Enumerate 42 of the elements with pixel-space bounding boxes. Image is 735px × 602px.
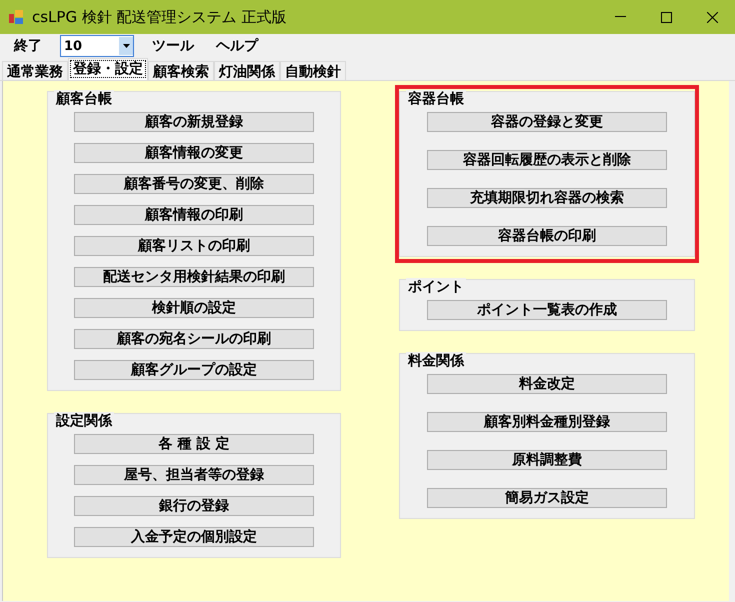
- action-button[interactable]: 充填期限切れ容器の検索: [427, 188, 667, 208]
- tab[interactable]: 自動検針: [280, 61, 346, 80]
- action-button[interactable]: 容器の登録と変更: [427, 112, 667, 132]
- menu-item[interactable]: 終了: [10, 37, 46, 55]
- action-button[interactable]: 屋号、担当者等の登録: [74, 465, 314, 485]
- action-button[interactable]: 入金予定の個別設定: [74, 527, 314, 547]
- action-button[interactable]: 配送センタ用検針結果の印刷: [74, 267, 314, 287]
- group-title: 顧客台帳: [54, 90, 114, 108]
- action-button[interactable]: 顧客情報の印刷: [74, 205, 314, 225]
- app-icon: [8, 9, 24, 25]
- action-button[interactable]: 顧客リストの印刷: [74, 236, 314, 256]
- group-title: ポイント: [406, 278, 466, 296]
- action-button[interactable]: 各 種 設 定: [74, 434, 314, 454]
- action-button[interactable]: 顧客情報の変更: [74, 143, 314, 163]
- action-button[interactable]: 顧客番号の変更、削除: [74, 174, 314, 194]
- tab[interactable]: 顧客検索: [148, 61, 214, 80]
- group-title: 容器台帳: [406, 90, 466, 108]
- minimize-icon: [614, 16, 626, 18]
- action-button[interactable]: 顧客グループの設定: [74, 360, 314, 380]
- action-button[interactable]: 顧客の新規登録: [74, 112, 314, 132]
- action-button[interactable]: 銀行の登録: [74, 496, 314, 516]
- menu-item[interactable]: ツール: [148, 37, 198, 55]
- action-button[interactable]: 顧客の宛名シールの印刷: [74, 329, 314, 349]
- window-title: csLPG 検針 配送管理システム 正式版: [32, 8, 286, 26]
- combo-box[interactable]: 10: [60, 35, 134, 57]
- action-button[interactable]: 検針順の設定: [74, 298, 314, 318]
- menu-item[interactable]: ヘルプ: [212, 37, 262, 55]
- dropdown-arrow-icon: [122, 44, 130, 48]
- maximize-icon: [660, 12, 672, 22]
- tab[interactable]: 通常業務: [2, 61, 68, 80]
- action-button[interactable]: 容器回転履歴の表示と削除: [427, 150, 667, 170]
- action-button[interactable]: 原料調整費: [427, 450, 667, 470]
- close-icon: [706, 12, 718, 22]
- tab[interactable]: 登録・設定: [68, 58, 148, 80]
- action-button[interactable]: 簡易ガス設定: [427, 488, 667, 508]
- action-button[interactable]: 料金改定: [427, 374, 667, 394]
- action-button[interactable]: 顧客別料金種別登録: [427, 412, 667, 432]
- action-button[interactable]: ポイント一覧表の作成: [427, 300, 667, 320]
- group-title: 料金関係: [406, 352, 466, 370]
- action-button[interactable]: 容器台帳の印刷: [427, 226, 667, 246]
- group-title: 設定関係: [54, 412, 114, 430]
- tab[interactable]: 灯油関係: [214, 61, 280, 80]
